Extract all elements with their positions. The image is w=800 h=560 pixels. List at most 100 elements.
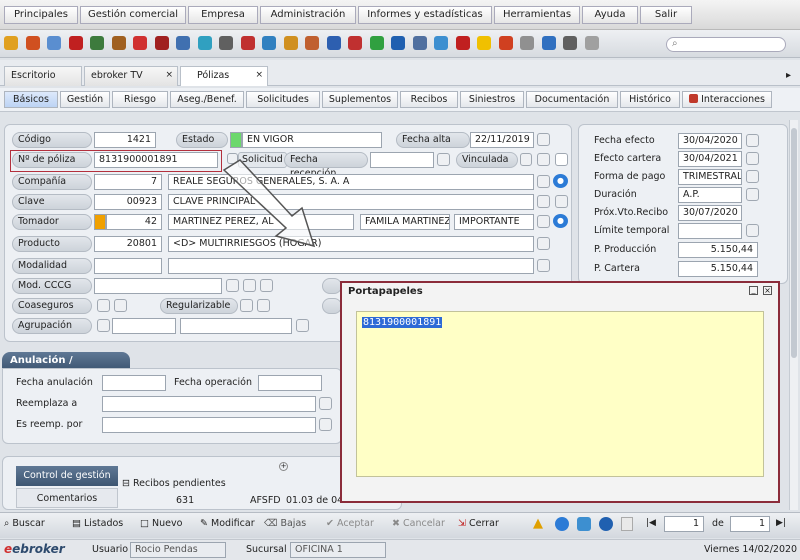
coaseguros-checkbox[interactable] [97,299,110,312]
vertical-scrollbar[interactable] [789,120,798,510]
clave-code-field[interactable]: 00923 [94,194,162,210]
dropdown-icon[interactable] [257,299,270,312]
ie-icon[interactable] [555,517,569,531]
phone-handset-icon[interactable] [541,36,556,50]
tab-comentarios[interactable]: Comentarios [16,488,118,508]
modalidad-code-field[interactable] [94,258,162,274]
calendar-icon[interactable] [746,152,759,165]
calendar-icon[interactable] [437,153,450,166]
dropdown-icon[interactable] [319,418,332,431]
tomador-level-field[interactable]: IMPORTANTE [454,214,534,230]
close-icon[interactable]: × [165,66,173,84]
sync-icon[interactable] [577,517,591,531]
chevron-down-icon[interactable] [746,188,759,201]
print-icon[interactable] [563,36,577,50]
scroll-right-icon[interactable]: ▸ [786,70,791,81]
tab-documentacion[interactable]: Documentación [526,91,618,108]
last-page-button[interactable]: ▶| [776,518,786,528]
tab-basicos[interactable]: Básicos [4,91,58,108]
tab-control-gestion[interactable]: Control de gestión [16,466,118,486]
tab-historico[interactable]: Histórico [620,91,680,108]
clipboard-selected-text[interactable]: 8131900001891 [362,317,443,328]
calendar-icon[interactable] [746,224,759,237]
warning-icon[interactable]: ▲ [533,516,543,531]
tab-solicitudes[interactable]: Solicitudes [246,91,320,108]
tomador-code-field[interactable]: 42 [106,214,162,230]
search-icon[interactable] [537,175,550,188]
pencil-icon[interactable] [154,36,169,50]
fecha-recepcion-field[interactable] [370,152,434,168]
nuevo-button[interactable]: □ Nuevo [140,517,182,533]
clear-icon[interactable] [260,279,273,292]
gear-icon[interactable] [412,36,427,50]
add-icon[interactable] [555,153,568,166]
buscar-button[interactable]: ⌕ Buscar [4,517,45,533]
chevron-down-icon[interactable] [746,170,759,183]
fire-icon[interactable] [111,36,126,50]
person-icon[interactable] [262,36,276,50]
star-icon[interactable] [305,36,319,50]
agrupacion-checkbox[interactable] [97,319,110,332]
menu-ayuda[interactable]: Ayuda [582,6,638,24]
menu-herramientas[interactable]: Herramientas [494,6,580,24]
efecto-cartera-field[interactable]: 30/04/2021 [678,151,742,167]
search-icon[interactable] [296,319,309,332]
listados-button[interactable]: ▤ Listados [72,517,123,533]
tab-aseg-benef[interactable]: Aseg./Benef. [170,91,244,108]
reemplaza-field[interactable] [102,396,316,412]
minimize-icon[interactable]: _ [749,286,758,295]
edit-icon[interactable] [555,195,568,208]
menu-administracion[interactable]: Administración [260,6,356,24]
close-icon[interactable]: × [763,286,772,295]
duracion-select[interactable]: A.P. [678,187,742,203]
fecha-efecto-field[interactable]: 30/04/2020 [678,133,742,149]
g-icon[interactable] [455,36,470,50]
search-icon[interactable] [537,259,550,272]
menu-principales[interactable]: Principales [4,6,78,24]
agrupacion-field[interactable] [180,318,292,334]
limite-field[interactable] [678,223,742,239]
fecha-alta-field[interactable]: 22/11/2019 [470,132,534,148]
mod-cccg-field[interactable] [94,278,222,294]
modificar-button[interactable]: ✎ Modificar [200,517,255,533]
menu-gestion-comercial[interactable]: Gestión comercial [80,6,186,24]
users-icon[interactable] [47,36,61,50]
fecha-anulacion-field[interactable] [102,375,166,391]
briefcase-icon[interactable] [176,36,190,50]
cancelar-button[interactable]: ✖ Cancelar [392,517,445,533]
sync-icon[interactable] [434,36,448,50]
calendar-icon[interactable] [537,133,550,146]
ie-icon[interactable] [348,36,362,50]
first-page-button[interactable]: |◀ [646,518,656,528]
menu-informes[interactable]: Informes y estadísticas [358,6,492,24]
bulb-icon[interactable] [477,36,491,50]
search-icon[interactable] [537,195,550,208]
search-icon[interactable] [537,215,550,228]
aceptar-button[interactable]: ✔ Aceptar [326,517,374,533]
tab-ebroker-tv[interactable]: ebroker TV × [84,66,178,86]
target-icon[interactable] [133,36,147,50]
forma-pago-select[interactable]: TRIMESTRAL [678,169,742,185]
calendar-icon[interactable] [746,134,759,147]
menu-salir[interactable]: Salir [640,6,692,24]
clipboard-textarea[interactable]: 8131900001891 [356,311,764,477]
card-icon[interactable] [498,36,513,50]
dropdown-icon[interactable] [537,153,550,166]
p-cartera-field[interactable]: 5.150,44 [678,261,758,277]
search-icon[interactable] [226,279,239,292]
tab-interacciones[interactable]: Interacciones [682,91,772,108]
menu-empresa[interactable]: Empresa [188,6,258,24]
agrupacion-select[interactable] [112,318,176,334]
globe-icon[interactable] [391,36,405,50]
dropdown-icon[interactable] [114,299,127,312]
doc-icon[interactable] [621,517,633,531]
estado-field[interactable]: EN VIGOR [242,132,382,148]
prox-vto-field[interactable]: 30/07/2020 [678,205,742,221]
user-icon[interactable] [25,36,40,50]
phone-icon[interactable] [240,36,255,50]
tab-gestion[interactable]: Gestión [60,91,110,108]
compania-code-field[interactable]: 7 [94,174,162,190]
bajas-button[interactable]: ⌫ Bajas [264,517,306,533]
tab-riesgo[interactable]: Riesgo [112,91,168,108]
search-input[interactable]: ⌕ [666,37,786,52]
